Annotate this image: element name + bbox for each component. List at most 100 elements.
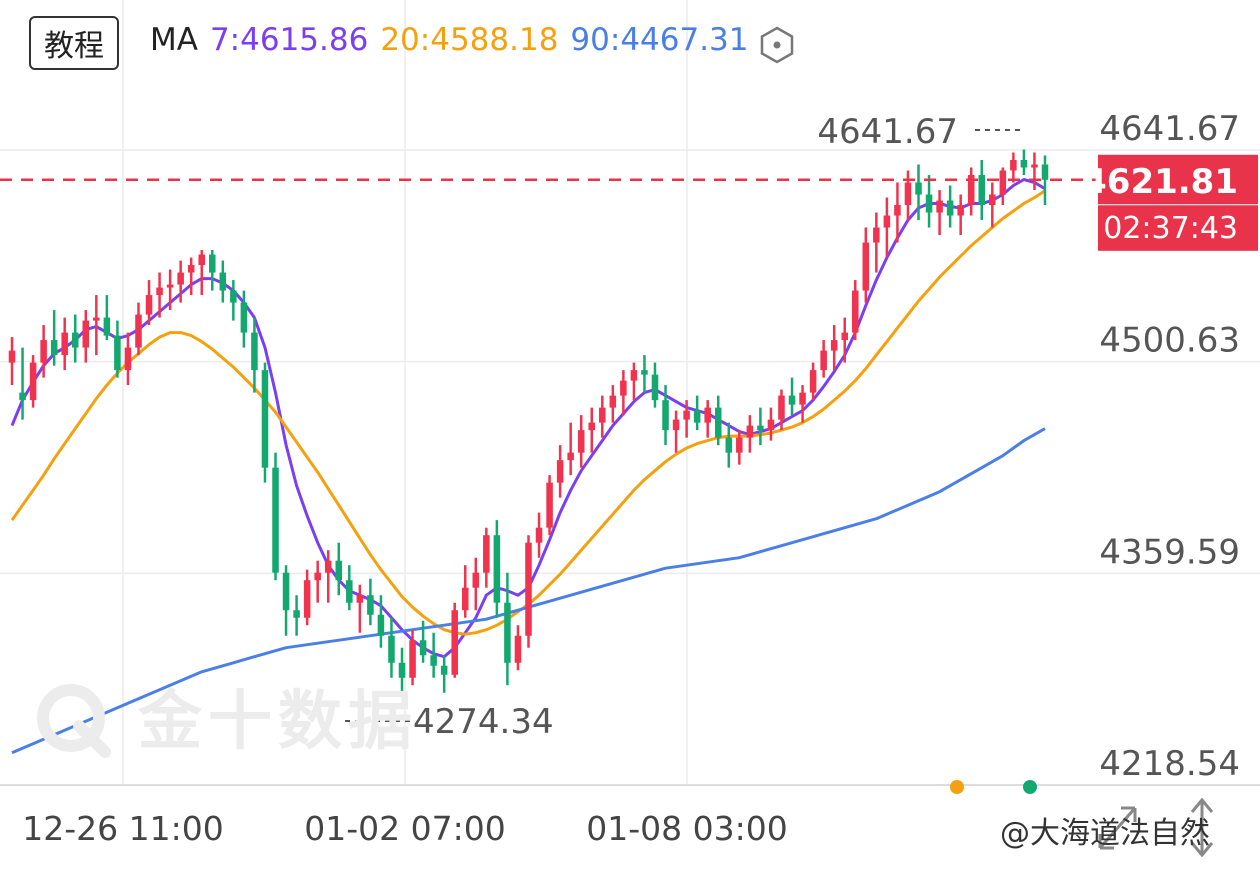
candle-body <box>1041 164 1049 180</box>
candle-body <box>114 335 121 371</box>
candle-body <box>841 332 848 341</box>
candle-body <box>240 302 248 333</box>
candle-body <box>577 430 585 453</box>
candle-body <box>778 395 785 420</box>
high-marker-label: 4641.67 <box>817 112 958 152</box>
candle-body <box>683 410 690 420</box>
candle-body <box>978 175 986 206</box>
candle-body <box>693 410 701 423</box>
candle-body <box>451 610 458 675</box>
candle-body <box>377 614 385 636</box>
candle-body <box>904 182 912 206</box>
candle-body <box>894 205 901 216</box>
candle-body <box>71 332 79 348</box>
time-tick-label: 01-02 07:00 <box>304 809 505 848</box>
candle-body <box>989 194 996 206</box>
candle-body <box>641 370 648 375</box>
low-marker-label: 4274.34 <box>413 702 554 742</box>
candle-body <box>356 595 364 603</box>
tutorial-button[interactable]: 教程 <box>29 16 119 70</box>
candle-body <box>799 392 806 405</box>
candle-body <box>873 227 880 243</box>
candle-body <box>29 362 37 401</box>
candle-body <box>588 422 596 431</box>
candle-body <box>124 347 132 371</box>
candle-body <box>1010 160 1017 171</box>
candle-body <box>335 560 343 581</box>
candle-body <box>483 535 490 573</box>
candle-body <box>809 370 817 393</box>
candle-body <box>103 317 111 336</box>
candle-body <box>388 635 395 663</box>
candle-body <box>957 205 964 216</box>
current-price-label: 4621.81 <box>1083 162 1238 202</box>
ma20-value: 20:4588.18 <box>380 22 559 58</box>
candle-body <box>883 215 891 228</box>
countdown-label: 02:37:43 <box>1103 211 1238 246</box>
candle-body <box>82 320 90 348</box>
candle-body <box>999 170 1007 195</box>
candle-body <box>851 290 859 333</box>
candle-body <box>599 407 606 423</box>
candle-body <box>1020 160 1028 168</box>
candle-body <box>230 290 237 303</box>
candle-body <box>925 194 933 213</box>
ma90-value: 90:4467.31 <box>570 22 749 58</box>
candle-body <box>714 407 722 438</box>
candle-body <box>862 242 870 291</box>
ma-label: MA <box>150 22 198 58</box>
candle-body <box>251 332 258 371</box>
candle-body <box>472 572 480 588</box>
candle-body <box>830 340 838 351</box>
candle-body <box>440 665 448 675</box>
candle-body <box>272 467 279 573</box>
time-tick-label: 12-26 11:00 <box>22 809 223 848</box>
down-marker-dot <box>1023 780 1037 794</box>
candle-body <box>736 437 743 453</box>
up-marker-dot <box>950 780 964 794</box>
candle-body <box>725 437 733 453</box>
candle-body <box>282 572 290 611</box>
candle-body <box>525 542 532 636</box>
watermark-logo-icon <box>37 684 111 758</box>
time-tick-label: 01-08 03:00 <box>586 809 787 848</box>
candle-body <box>535 527 543 543</box>
candle-body <box>135 314 142 348</box>
candle-body <box>788 395 796 405</box>
candle-body <box>546 482 553 528</box>
candle-body <box>556 460 564 483</box>
candle-body <box>314 572 321 581</box>
candle-body <box>609 395 617 408</box>
price-tick-label: 4359.59 <box>1099 532 1240 572</box>
candle-body <box>746 425 754 438</box>
ma7-value: 7:4615.86 <box>209 22 369 58</box>
candle-body <box>620 380 627 396</box>
candle-body <box>662 400 669 431</box>
candle-body <box>704 407 711 423</box>
candle-body <box>504 602 511 663</box>
candle-body <box>367 595 374 615</box>
candle-body <box>198 254 206 266</box>
candle-body <box>419 640 427 656</box>
candle-body <box>187 265 195 273</box>
candle-body <box>672 419 680 431</box>
price-tick-label: 4500.63 <box>1099 321 1240 361</box>
candle-body <box>651 374 659 401</box>
candle-body <box>8 350 16 363</box>
candle-body <box>493 535 501 603</box>
chart-toolbar: 教程 MA 7:4615.86 20:4588.18 90:4467.31 <box>0 0 1260 90</box>
candle-body <box>946 200 954 216</box>
candle-body <box>820 350 827 371</box>
candle-body <box>166 284 174 288</box>
hexagon-dot-icon[interactable] <box>758 26 796 64</box>
candle-body <box>346 580 353 603</box>
candle-body <box>19 392 26 401</box>
candle-body <box>209 254 216 273</box>
candle-body <box>293 610 300 618</box>
candle-body <box>430 655 437 666</box>
price-tick-label: 4218.54 <box>1099 744 1240 784</box>
candle-body <box>219 272 227 291</box>
candle-body <box>261 370 269 468</box>
candle-body <box>461 587 469 611</box>
watermark: 金十数据 <box>138 685 418 759</box>
